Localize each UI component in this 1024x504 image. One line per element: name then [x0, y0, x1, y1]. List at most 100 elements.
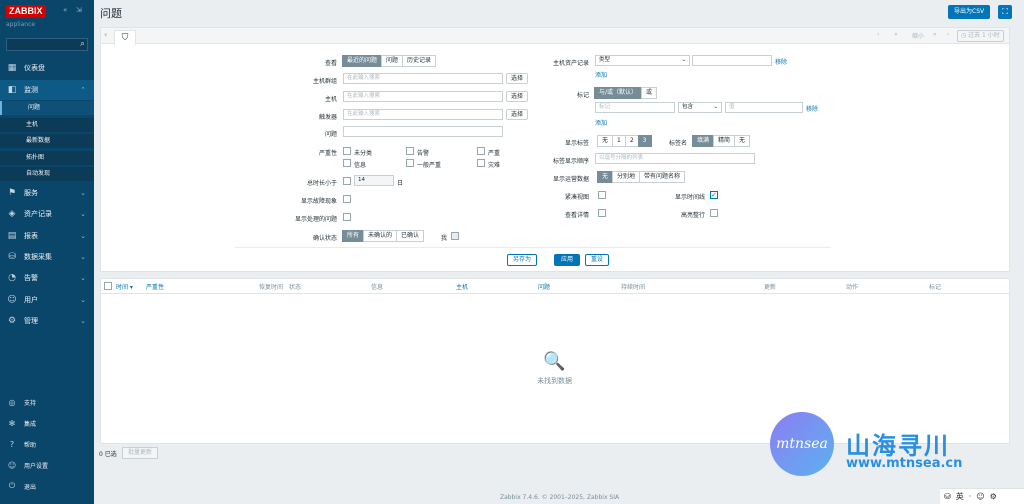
ack-all[interactable]: 所有 — [342, 230, 365, 242]
ack-acknowledged[interactable]: 已确认 — [396, 230, 425, 242]
highlight-row-checkbox[interactable] — [710, 209, 718, 217]
trigger-select-button[interactable]: 选择 — [506, 109, 529, 120]
nav-monitoring[interactable]: ◧ 监测 ⌃ — [0, 80, 94, 100]
col-severity[interactable]: 严重性 — [146, 282, 164, 291]
nav-services[interactable]: ⚑ 服务 ⌄ — [0, 183, 94, 203]
ack-unacknowledged[interactable]: 未确认的 — [363, 230, 398, 242]
age-input[interactable]: 14 — [354, 175, 394, 186]
inventory-add-link[interactable]: 添加 — [595, 70, 607, 79]
kiosk-mode-icon[interactable]: ⛶ — [998, 5, 1012, 19]
show-suppressed-checkbox[interactable] — [343, 213, 351, 221]
age-checkbox[interactable] — [343, 177, 351, 185]
view-recent-problems[interactable]: 最近的问题 — [342, 55, 383, 67]
severity-high-checkbox[interactable] — [477, 147, 485, 155]
nav-sign-out[interactable]: ⏻ 退出 — [0, 477, 94, 495]
select-all-checkbox[interactable] — [104, 282, 112, 290]
time-next-icon[interactable]: › — [947, 31, 949, 38]
trigger-input[interactable]: 在此输入搜索 — [343, 109, 503, 120]
col-time[interactable]: 时间 ▾ — [116, 282, 133, 291]
tray-settings-icon[interactable]: ⚙ — [990, 492, 997, 501]
severity-warning-checkbox[interactable] — [406, 147, 414, 155]
tag-name-input[interactable]: 标记 — [595, 102, 675, 113]
show-timeline-label: 显示时间线 — [674, 194, 705, 201]
tag-name-short[interactable]: 精简 — [713, 135, 736, 147]
apply-button[interactable]: 应用 — [554, 254, 581, 266]
nav-users[interactable]: ☺ 用户 ⌄ — [0, 290, 94, 310]
kiosk-sidebar-icon[interactable]: ⇲ — [76, 6, 82, 14]
host-select-button[interactable]: 选择 — [506, 91, 529, 102]
ack-me-checkbox[interactable] — [451, 232, 459, 240]
reset-button[interactable]: 重设 — [585, 254, 610, 266]
sidebar-search-input[interactable]: ⌕ — [6, 38, 88, 51]
show-tags-2[interactable]: 2 — [624, 135, 639, 147]
export-csv-button[interactable]: 导出为CSV — [948, 5, 991, 19]
compact-view-checkbox[interactable] — [598, 191, 606, 199]
tags-and-or[interactable]: 与/或（默认） — [594, 87, 643, 99]
tray-emoji-icon[interactable]: ☺ — [976, 492, 984, 501]
sub-discovery[interactable]: 自动发现 — [0, 167, 94, 181]
time-back-icon[interactable]: « — [894, 31, 898, 38]
search-icon[interactable]: ⌕ — [80, 39, 85, 50]
nav-support[interactable]: ◎ 支持 — [0, 393, 94, 411]
show-tags-none[interactable]: 无 — [597, 135, 614, 147]
inventory-remove-link[interactable]: 移除 — [775, 57, 787, 66]
tag-name-none[interactable]: 无 — [734, 135, 751, 147]
tag-value-input[interactable]: 值 — [725, 102, 803, 113]
tag-add-link[interactable]: 添加 — [595, 118, 607, 127]
nav-inventory[interactable]: ◈ 资产记录 ⌄ — [0, 204, 94, 224]
show-timeline-checkbox[interactable]: ✓ — [710, 191, 718, 199]
opdata-with-name[interactable]: 带有问题名称 — [639, 171, 686, 183]
col-problem[interactable]: 问题 — [538, 282, 550, 291]
tray-dot-icon[interactable]: · — [969, 492, 972, 501]
opdata-none[interactable]: 无 — [597, 171, 614, 183]
show-symptoms-checkbox[interactable] — [343, 195, 351, 203]
tag-remove-link[interactable]: 移除 — [806, 104, 818, 113]
tray-lang-label[interactable]: 英 — [956, 491, 964, 502]
tab-prev-icon[interactable]: ‹ — [104, 30, 107, 39]
severity-not-classified-checkbox[interactable] — [343, 147, 351, 155]
problem-input[interactable] — [343, 126, 503, 137]
col-host[interactable]: 主机 — [456, 282, 468, 291]
tag-name-full[interactable]: 填满 — [692, 135, 715, 147]
sub-latest-data[interactable]: 最新数据 — [0, 134, 94, 148]
nav-integrations[interactable]: ✻ 集成 — [0, 414, 94, 432]
zoom-out-button[interactable]: 缩小 — [912, 31, 924, 40]
inventory-type-select[interactable]: 类型 ⌄ — [595, 55, 690, 66]
host-group-input[interactable]: 在此输入搜索 — [343, 73, 503, 84]
nav-data-collection[interactable]: ⛁ 数据采集 ⌄ — [0, 247, 94, 267]
nav-help[interactable]: ? 帮助 — [0, 435, 94, 453]
opdata-separately[interactable]: 分别地 — [612, 171, 641, 183]
sub-hosts[interactable]: 主机 — [0, 118, 94, 132]
zabbix-logo[interactable]: ZABBIX — [6, 5, 46, 18]
bulk-update-button[interactable]: 批量更新 — [122, 447, 159, 459]
ack-status-label: 确认状态 — [312, 235, 337, 242]
tag-priority-input[interactable]: 以逗号分隔的列表 — [595, 153, 755, 164]
save-as-button[interactable]: 另存为 — [507, 254, 538, 266]
nav-reports[interactable]: ▤ 报表 ⌄ — [0, 226, 94, 246]
show-tags-1[interactable]: 1 — [612, 135, 626, 147]
sub-maps[interactable]: 拓扑图 — [0, 151, 94, 165]
nav-dashboard[interactable]: ▦ 仪表盘 — [0, 58, 94, 78]
nav-administration[interactable]: ⚙ 管理 ⌄ — [0, 311, 94, 331]
nav-alerts[interactable]: ◔ 告警 ⌄ — [0, 268, 94, 288]
time-prev-icon[interactable]: ‹ — [877, 31, 879, 38]
filter-tab-icon[interactable]: ⛉ — [114, 30, 136, 45]
inventory-value-input[interactable] — [692, 55, 772, 66]
tray-ime-icon[interactable]: ⛁ — [944, 492, 951, 501]
show-details-checkbox[interactable] — [598, 209, 606, 217]
host-input[interactable]: 在此输入搜索 — [343, 91, 503, 102]
collapse-sidebar-icon[interactable]: « — [63, 6, 67, 14]
severity-average-checkbox[interactable] — [406, 159, 414, 167]
view-history[interactable]: 历史记录 — [402, 55, 437, 67]
tag-operator-select[interactable]: 包含 ⌄ — [678, 102, 722, 113]
nav-user-settings[interactable]: ☺ 用户设置 — [0, 456, 94, 474]
show-tags-3[interactable]: 3 — [637, 135, 652, 147]
severity-disaster-checkbox[interactable] — [477, 159, 485, 167]
time-period-tab[interactable]: ◷ 过去 1 小时 — [957, 30, 1004, 42]
sub-problems[interactable]: 问题 — [0, 101, 94, 115]
view-problems[interactable]: 问题 — [381, 55, 404, 67]
tags-or[interactable]: 或 — [641, 87, 658, 99]
host-group-select-button[interactable]: 选择 — [506, 73, 529, 84]
severity-information-checkbox[interactable] — [343, 159, 351, 167]
time-forward-icon[interactable]: » — [933, 31, 937, 38]
